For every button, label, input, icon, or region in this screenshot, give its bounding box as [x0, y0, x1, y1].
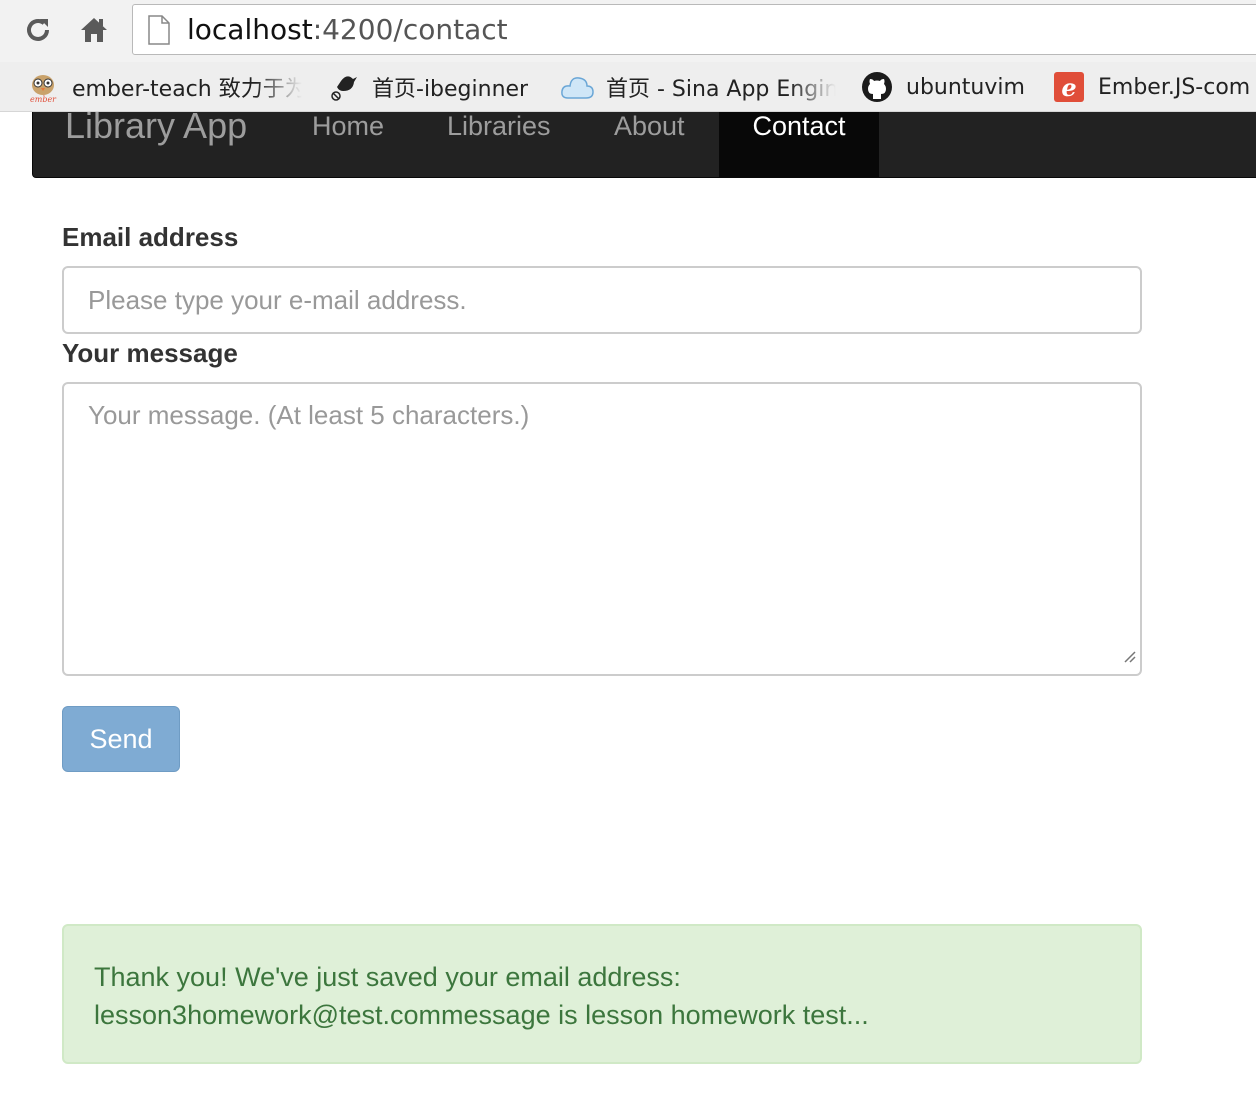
bookmark-label: ubuntuvim	[906, 74, 1025, 100]
nav-libraries[interactable]: Libraries	[447, 112, 551, 178]
bird-icon	[326, 70, 360, 104]
bookmark-emberjs[interactable]: e Ember.JS-com	[1052, 62, 1256, 112]
message-label: Your message	[62, 338, 238, 368]
bookmark-ubuntuvim[interactable]: ubuntuvim	[860, 62, 1030, 112]
nav-about-label: About	[614, 111, 685, 141]
svg-text:e: e	[1061, 73, 1076, 102]
resize-grip-icon[interactable]	[1122, 639, 1136, 670]
nav-contact-label: Contact	[752, 111, 846, 141]
bookmark-sae[interactable]: 首页 - Sina App Engine	[560, 62, 836, 112]
email-placeholder: Please type your e-mail address.	[88, 284, 467, 315]
url-path: :4200/contact	[312, 13, 508, 46]
url-host: localhost	[187, 13, 313, 46]
nav-home-label: Home	[312, 111, 385, 141]
bookmark-label: Ember.JS-com	[1098, 74, 1251, 100]
url-text: localhost:4200/contact	[187, 13, 508, 46]
email-label: Email address	[62, 222, 239, 252]
browser-toolbar: localhost:4200/contact	[0, 0, 1256, 62]
svg-text:ember: ember	[30, 95, 57, 103]
nav-home[interactable]: Home	[312, 112, 384, 178]
home-icon[interactable]	[76, 12, 112, 48]
email-input[interactable]: Please type your e-mail address.	[62, 266, 1142, 334]
alert-line-2: lesson3homework@test.commessage is lesso…	[94, 1000, 869, 1030]
ember-e-icon: e	[1052, 70, 1086, 104]
bookmark-label: 首页 - Sina App Engine	[606, 77, 836, 102]
nav-libraries-label: Libraries	[447, 111, 551, 141]
nav-about[interactable]: About	[614, 112, 685, 178]
reload-icon[interactable]	[20, 12, 56, 48]
send-button[interactable]: Send	[62, 706, 180, 772]
brand-link[interactable]: Library App	[65, 106, 247, 146]
address-bar[interactable]: localhost:4200/contact	[132, 4, 1256, 55]
page-icon	[147, 14, 171, 45]
github-icon	[860, 70, 894, 104]
ember-owl-icon: ember	[26, 70, 60, 104]
message-textarea[interactable]: Your message. (At least 5 characters.)	[62, 382, 1142, 676]
app-navbar: Library App Home Libraries About Contact	[32, 106, 1256, 178]
bookmark-label: ember-teach 致力于为	[72, 77, 302, 102]
alert-line-1: Thank you! We've just saved your email a…	[94, 962, 681, 992]
message-placeholder: Your message. (At least 5 characters.)	[88, 400, 530, 430]
success-alert: Thank you! We've just saved your email a…	[62, 924, 1142, 1064]
cloud-icon	[560, 70, 594, 104]
bookmark-label: 首页-ibeginner	[372, 77, 529, 102]
bookmark-ibeginner[interactable]: 首页-ibeginner	[326, 62, 536, 112]
nav-contact[interactable]: Contact	[719, 112, 879, 178]
